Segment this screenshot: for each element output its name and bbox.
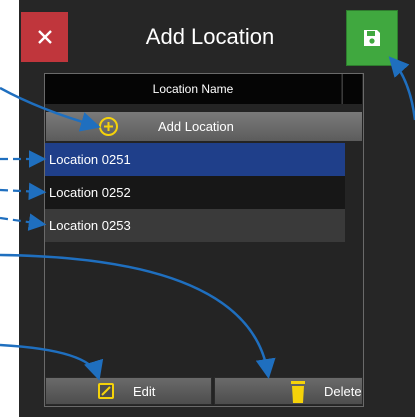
trash-icon [291, 381, 305, 403]
add-location-dialog: Add Location Location Name Add Location … [0, 0, 415, 417]
edit-label: Edit [133, 384, 156, 399]
plus-circle-icon [99, 117, 118, 136]
column-header-location-name: Location Name [45, 74, 341, 104]
edit-button[interactable]: Edit [45, 377, 212, 405]
column-header-spacer [342, 74, 362, 104]
list-item[interactable]: Location 0253 [45, 209, 345, 242]
delete-label: Delete [324, 384, 362, 399]
delete-button[interactable]: Delete [214, 377, 363, 405]
add-location-label: Add Location [158, 119, 234, 134]
bottom-toolbar: Edit Delete [45, 377, 363, 405]
save-button[interactable] [346, 10, 398, 66]
add-location-button[interactable]: Add Location [46, 112, 362, 141]
close-button[interactable] [21, 12, 68, 62]
close-x-icon [37, 30, 52, 44]
list-item[interactable]: Location 0252 [45, 176, 345, 209]
edit-pencil-icon [98, 383, 114, 399]
floppy-disk-icon [364, 30, 380, 46]
list-item[interactable]: Location 0251 [45, 143, 345, 176]
dialog-title: Add Location [145, 24, 275, 49]
